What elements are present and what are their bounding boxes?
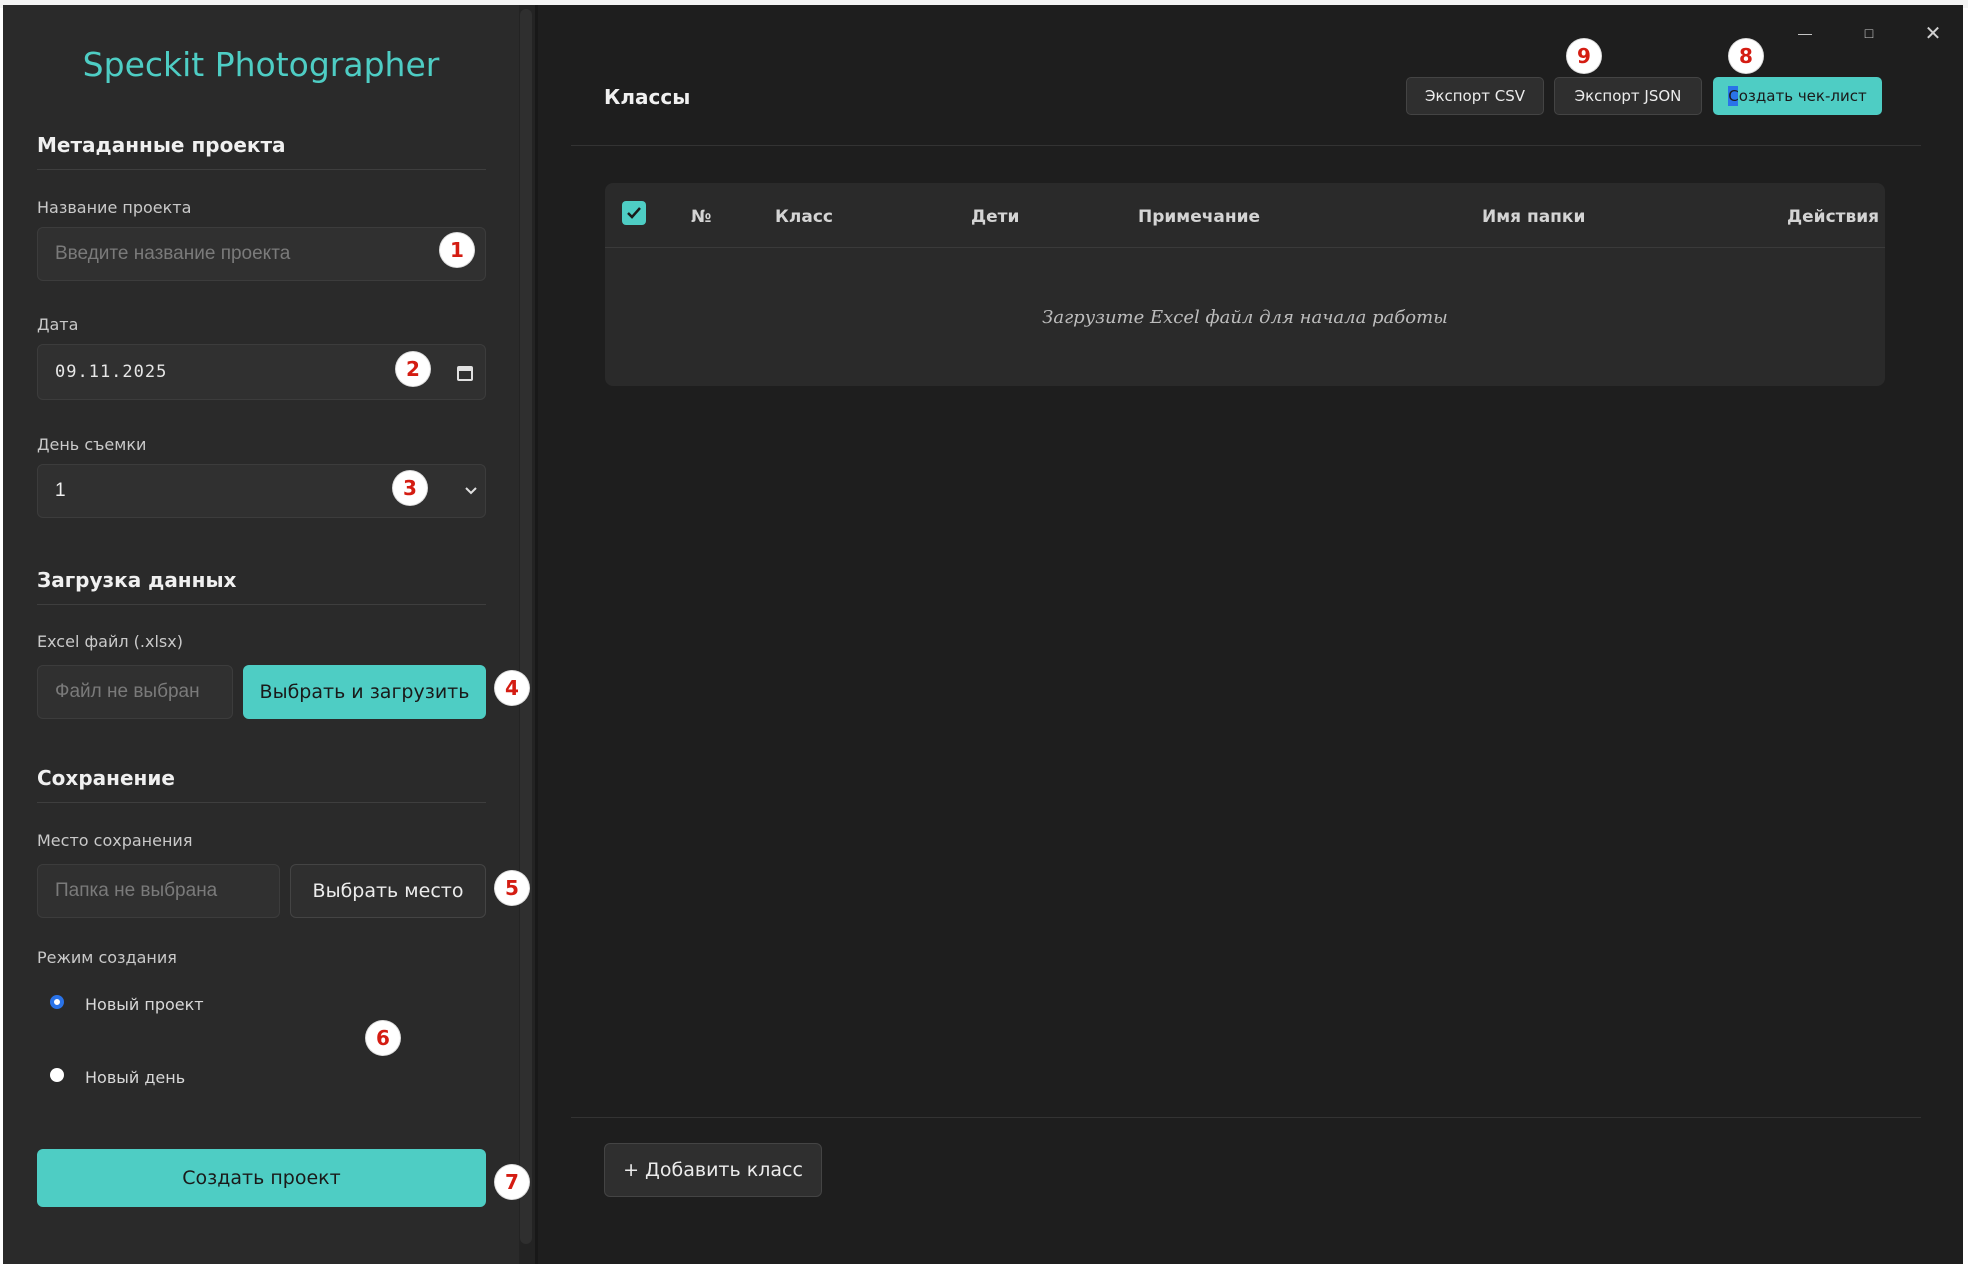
annotation-badge: 2 — [396, 352, 430, 386]
section-divider — [37, 802, 486, 803]
save-location-label: Место сохранения — [37, 831, 193, 850]
date-value: 09.11.2025 — [55, 362, 168, 382]
checkmark-icon — [627, 207, 641, 219]
annotation-badge: 4 — [495, 671, 529, 705]
export-csv-button[interactable]: Экспорт CSV — [1406, 77, 1544, 115]
chevron-down-icon — [465, 487, 477, 495]
close-icon: ✕ — [1924, 22, 1942, 45]
table-header-divider — [605, 247, 1885, 248]
shoot-day-label: День съемки — [37, 435, 147, 454]
section-divider — [37, 169, 486, 170]
column-header-children: Дети — [971, 207, 1020, 227]
column-header-folder-name: Имя папки — [1482, 207, 1586, 227]
save-section-title: Сохранение — [37, 766, 175, 790]
page-title: Классы — [604, 85, 691, 109]
sidebar: Speckit Photographer Метаданные проекта … — [3, 5, 519, 1264]
radio-new-day[interactable] — [50, 1068, 64, 1082]
annotation-badge: 6 — [366, 1021, 400, 1055]
folder-input[interactable]: Папка не выбрана — [37, 864, 280, 918]
section-divider — [37, 604, 486, 605]
annotation-badge: 3 — [393, 471, 427, 505]
sidebar-scrollbar-thumb[interactable] — [520, 9, 532, 1244]
metadata-section-title: Метаданные проекта — [37, 133, 286, 157]
header-divider — [571, 145, 1921, 146]
creation-mode-label: Режим создания — [37, 948, 177, 967]
excel-file-label: Excel файл (.xlsx) — [37, 632, 183, 651]
close-button[interactable]: ✕ — [1910, 13, 1956, 53]
export-json-button[interactable]: Экспорт JSON — [1554, 77, 1702, 115]
create-checklist-label: Создать чек-лист — [1728, 87, 1867, 105]
annotation-badge: 9 — [1567, 39, 1601, 73]
create-project-button[interactable]: Создать проект — [37, 1149, 486, 1207]
project-name-input[interactable]: Введите название проекта — [37, 227, 486, 281]
file-input[interactable]: Файл не выбран — [37, 665, 233, 719]
column-header-number: № — [691, 207, 712, 227]
annotation-badge: 8 — [1729, 39, 1763, 73]
create-checklist-button[interactable]: Создать чек-лист — [1713, 77, 1882, 115]
radio-new-project[interactable] — [50, 995, 64, 1009]
choose-location-button[interactable]: Выбрать место — [290, 864, 486, 918]
annotation-badge: 1 — [440, 233, 474, 267]
panel-divider — [535, 5, 538, 1264]
column-header-actions: Действия — [1787, 207, 1880, 227]
radio-new-day-label[interactable]: Новый день — [85, 1068, 185, 1087]
footer-divider — [571, 1117, 1921, 1118]
calendar-icon[interactable] — [456, 364, 474, 382]
column-header-class: Класс — [775, 207, 833, 227]
radio-new-project-label[interactable]: Новый проект — [85, 995, 204, 1014]
choose-upload-button[interactable]: Выбрать и загрузить — [243, 665, 486, 719]
shoot-day-value: 1 — [55, 480, 66, 501]
annotation-badge: 7 — [495, 1165, 529, 1199]
annotation-badge: 5 — [495, 871, 529, 905]
maximize-icon: □ — [1864, 25, 1874, 41]
minimize-button[interactable]: — — [1782, 13, 1828, 53]
upload-section-title: Загрузка данных — [37, 568, 237, 592]
project-name-label: Название проекта — [37, 198, 192, 217]
minimize-icon: — — [1798, 25, 1812, 41]
column-header-note: Примечание — [1138, 207, 1261, 227]
date-label: Дата — [37, 315, 79, 334]
table-empty-message: Загрузите Excel файл для начала работы — [1042, 307, 1448, 328]
add-class-button[interactable]: + Добавить класс — [604, 1143, 822, 1197]
app-window: — □ ✕ Speckit Photographer Метаданные пр… — [3, 5, 1963, 1264]
app-title: Speckit Photographer — [82, 45, 440, 84]
maximize-button[interactable]: □ — [1846, 13, 1892, 53]
select-all-checkbox[interactable] — [622, 201, 646, 225]
